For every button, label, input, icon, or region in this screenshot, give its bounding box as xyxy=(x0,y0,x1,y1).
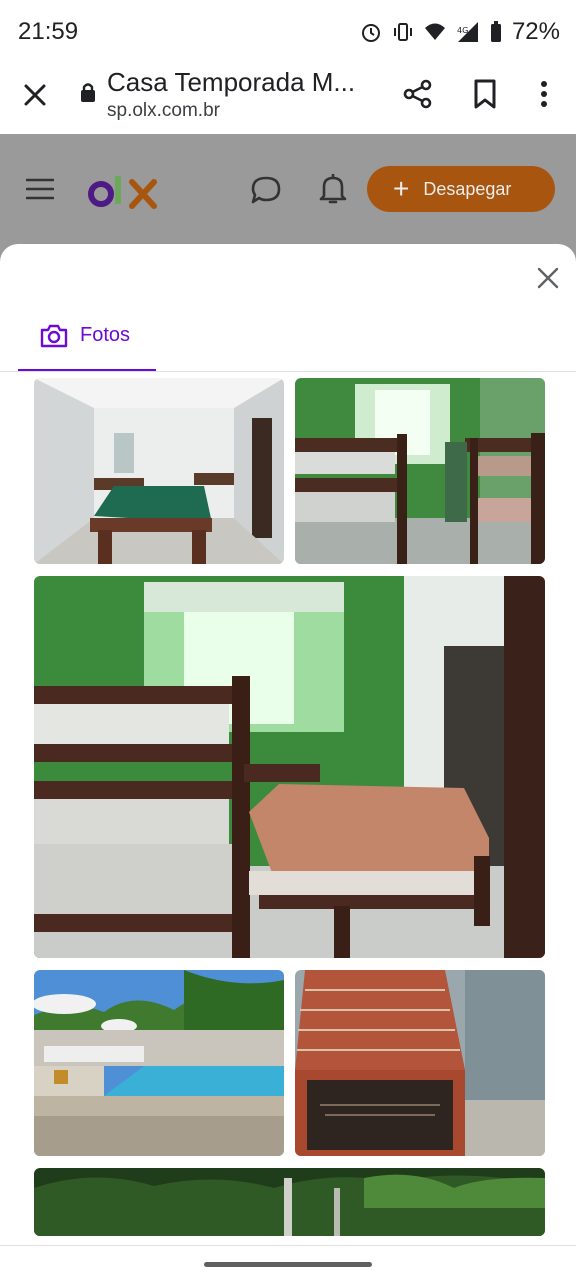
close-icon[interactable] xyxy=(536,266,560,290)
close-icon[interactable] xyxy=(20,80,50,110)
lock-icon xyxy=(81,83,95,102)
battery-level: 72% xyxy=(511,18,560,45)
photo-bunk-room[interactable] xyxy=(295,378,545,564)
wifi-icon xyxy=(424,23,445,40)
page-title[interactable]: Casa Temporada M... xyxy=(107,67,367,98)
navigation-bar xyxy=(0,1245,576,1280)
battery-icon xyxy=(490,21,501,42)
photo-brick-barbecue[interactable] xyxy=(295,970,545,1156)
tab-photos-label: Fotos xyxy=(80,324,131,346)
svg-text:4G: 4G xyxy=(457,26,468,35)
camera-icon xyxy=(40,324,68,348)
menu-icon[interactable] xyxy=(26,178,54,200)
more-vert-icon[interactable] xyxy=(534,78,554,110)
home-gesture-handle[interactable] xyxy=(204,1262,372,1267)
status-icons: 4G 72% xyxy=(360,18,560,46)
signal-icon: 4G xyxy=(457,22,478,42)
vibrate-icon xyxy=(393,23,412,41)
browser-toolbar: Casa Temporada M... sp.olx.com.br xyxy=(0,62,576,134)
desapegar-button[interactable]: + Desapegar xyxy=(367,166,555,212)
photo-swimming-pool[interactable] xyxy=(34,970,284,1156)
photo-green-bedroom[interactable] xyxy=(34,576,545,958)
status-time: 21:59 xyxy=(18,18,79,45)
photo-pool-table-hall[interactable] xyxy=(34,378,284,564)
olx-logo[interactable] xyxy=(88,170,160,210)
share-icon[interactable] xyxy=(402,78,434,110)
alarm-icon xyxy=(361,24,380,42)
tab-divider xyxy=(0,371,576,372)
photo-gallery-modal: Fotos xyxy=(0,244,576,1280)
plus-icon: + xyxy=(393,173,410,204)
photo-forest[interactable] xyxy=(34,1168,545,1236)
desapegar-label: Desapegar xyxy=(423,178,512,199)
bell-icon[interactable] xyxy=(318,172,348,206)
page-domain[interactable]: sp.olx.com.br xyxy=(107,100,220,122)
status-bar: 21:59 4G 72% xyxy=(0,0,576,62)
chat-icon[interactable] xyxy=(250,174,282,206)
tab-photos[interactable]: Fotos xyxy=(18,316,156,372)
bookmark-icon[interactable] xyxy=(472,78,498,110)
